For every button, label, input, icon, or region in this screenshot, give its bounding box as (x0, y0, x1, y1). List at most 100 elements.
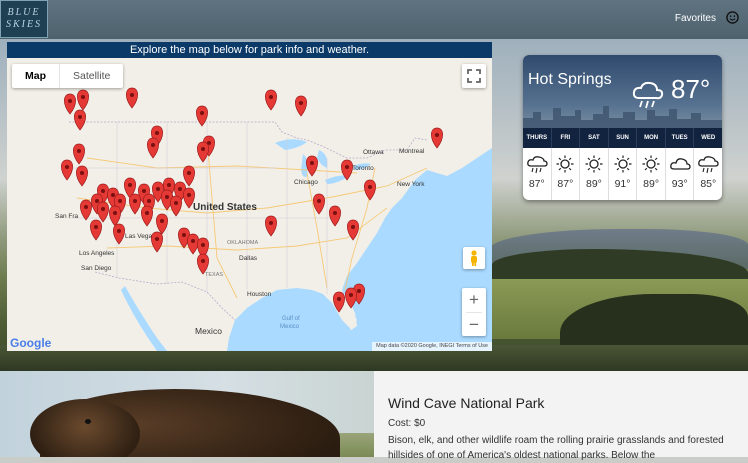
weather-widget: Hot Springs 87° THURS FRI SAT SUN MON TU… (523, 55, 722, 200)
park-cost: Cost: $0 (388, 418, 426, 429)
park-marker-dot (269, 95, 273, 99)
label-san-diego: San Diego (81, 265, 112, 272)
rain-cloud-icon (632, 81, 664, 109)
park-marker-dot (155, 131, 159, 135)
park-marker-dot (201, 147, 205, 151)
forecast-temp: 89° (643, 178, 660, 190)
street-view-pegman-button[interactable] (463, 247, 485, 269)
park-marker-dot (101, 189, 105, 193)
park-marker-dot (84, 205, 88, 209)
park-marker-dot (145, 211, 149, 215)
park-marker-dot (128, 183, 132, 187)
park-map[interactable]: Explore the map below for park info and … (7, 42, 492, 351)
label-dallas: Dallas (239, 255, 258, 262)
label-oklahoma: OKLAHOMA (227, 240, 259, 246)
pegman-icon (471, 250, 477, 266)
park-marker-dot (351, 225, 355, 229)
forecast-day: MON (637, 128, 666, 148)
forecast-day: TUES (666, 128, 695, 148)
park-detail-section: Wind Cave National Park Cost: $0 Bison, … (0, 371, 748, 461)
park-marker-dot (133, 199, 137, 203)
park-marker-dot (435, 133, 439, 137)
park-marker-dot (299, 101, 303, 105)
label-los-angeles: Los Angeles (79, 250, 115, 257)
label-new-york: New York (397, 181, 425, 188)
forecast-day: FRI (552, 128, 581, 148)
map-canvas[interactable]: United States Mexico Gulf of Mexico Otta… (7, 58, 492, 351)
park-marker-dot (113, 211, 117, 215)
zoom-out-button[interactable]: − (462, 313, 486, 337)
park-marker-dot (201, 243, 205, 247)
forecast-cell: 89° (580, 148, 609, 200)
blue-skies-logo[interactable]: BLUE SKIES (0, 0, 48, 38)
top-navigation-bar: BLUE SKIES Favorites (0, 0, 748, 39)
park-marker-dot (165, 195, 169, 199)
label-montreal: Montreal (399, 148, 425, 155)
google-logo[interactable]: Google (10, 336, 51, 350)
fullscreen-button[interactable] (462, 64, 486, 88)
park-marker-dot (368, 185, 372, 189)
zoom-in-button[interactable]: + (462, 288, 486, 312)
park-photo-bison (0, 371, 374, 457)
map-type-satellite-button[interactable]: Satellite (60, 64, 123, 88)
smiley-icon[interactable] (726, 11, 739, 24)
park-marker-dot (81, 95, 85, 99)
park-marker-dot (95, 199, 99, 203)
sun-icon (614, 155, 632, 173)
park-marker-dot (65, 165, 69, 169)
park-marker-dot (77, 149, 81, 153)
label-united-states: United States (193, 202, 257, 213)
label-san-francisco: San Fra (55, 213, 79, 220)
forecast-day: SAT (580, 128, 609, 148)
forecast-day: THURS (523, 128, 552, 148)
park-marker-dot (78, 115, 82, 119)
park-marker-dot (80, 171, 84, 175)
forecast-cell: 87° (523, 148, 552, 200)
zoom-control[interactable]: + − (462, 288, 486, 336)
label-ottawa: Ottawa (363, 149, 384, 156)
label-houston: Houston (247, 291, 272, 298)
park-marker-dot (269, 221, 273, 225)
park-marker-dot (111, 193, 115, 197)
park-marker-dot (317, 199, 321, 203)
weather-current-temp: 87° (671, 74, 711, 104)
park-marker-dot (68, 99, 72, 103)
forecast-day-headers: THURS FRI SAT SUN MON TUES WED (523, 128, 722, 148)
park-marker-dot (187, 171, 191, 175)
park-marker-dot (333, 211, 337, 215)
forecast-day: SUN (609, 128, 638, 148)
park-marker-dot (191, 239, 195, 243)
forecast-temp: 87° (528, 178, 545, 190)
label-gulf-mexico: Mexico (280, 324, 300, 330)
park-marker-dot (178, 187, 182, 191)
map-type-control[interactable]: Map Satellite (12, 64, 124, 88)
forecast-temp: 87° (557, 178, 574, 190)
forecast-temp: 85° (700, 178, 717, 190)
park-marker-dot (310, 161, 314, 165)
sun-icon (585, 155, 603, 173)
park-marker-dot (118, 199, 122, 203)
weather-current: Hot Springs 87° (523, 55, 722, 128)
label-texas: TEXAS (205, 272, 223, 278)
park-marker-dot (174, 201, 178, 205)
forecast-day: WED (701, 135, 716, 141)
park-marker-dot (337, 297, 341, 301)
park-name: Wind Cave National Park (388, 395, 545, 411)
park-marker-dot (156, 187, 160, 191)
logo-line-2: SKIES (5, 19, 43, 30)
park-marker-dot (167, 183, 171, 187)
forecast-temp: 93° (671, 178, 688, 190)
park-marker-dot (187, 193, 191, 197)
label-mexico: Mexico (195, 326, 222, 336)
bison-eye (85, 419, 91, 424)
park-marker-dot (160, 219, 164, 223)
sun-icon (642, 155, 660, 173)
park-marker-dot (147, 199, 151, 203)
map-type-map-button[interactable]: Map (12, 64, 60, 88)
favorites-link[interactable]: Favorites (675, 13, 716, 24)
park-marker-dot (200, 111, 204, 115)
forecast-cell: 93° (666, 148, 695, 200)
park-marker-dot (357, 289, 361, 293)
weather-city-name: Hot Springs (528, 71, 612, 88)
map-credits[interactable]: Map data ©2020 Google, INEGI Terms of Us… (372, 342, 492, 351)
